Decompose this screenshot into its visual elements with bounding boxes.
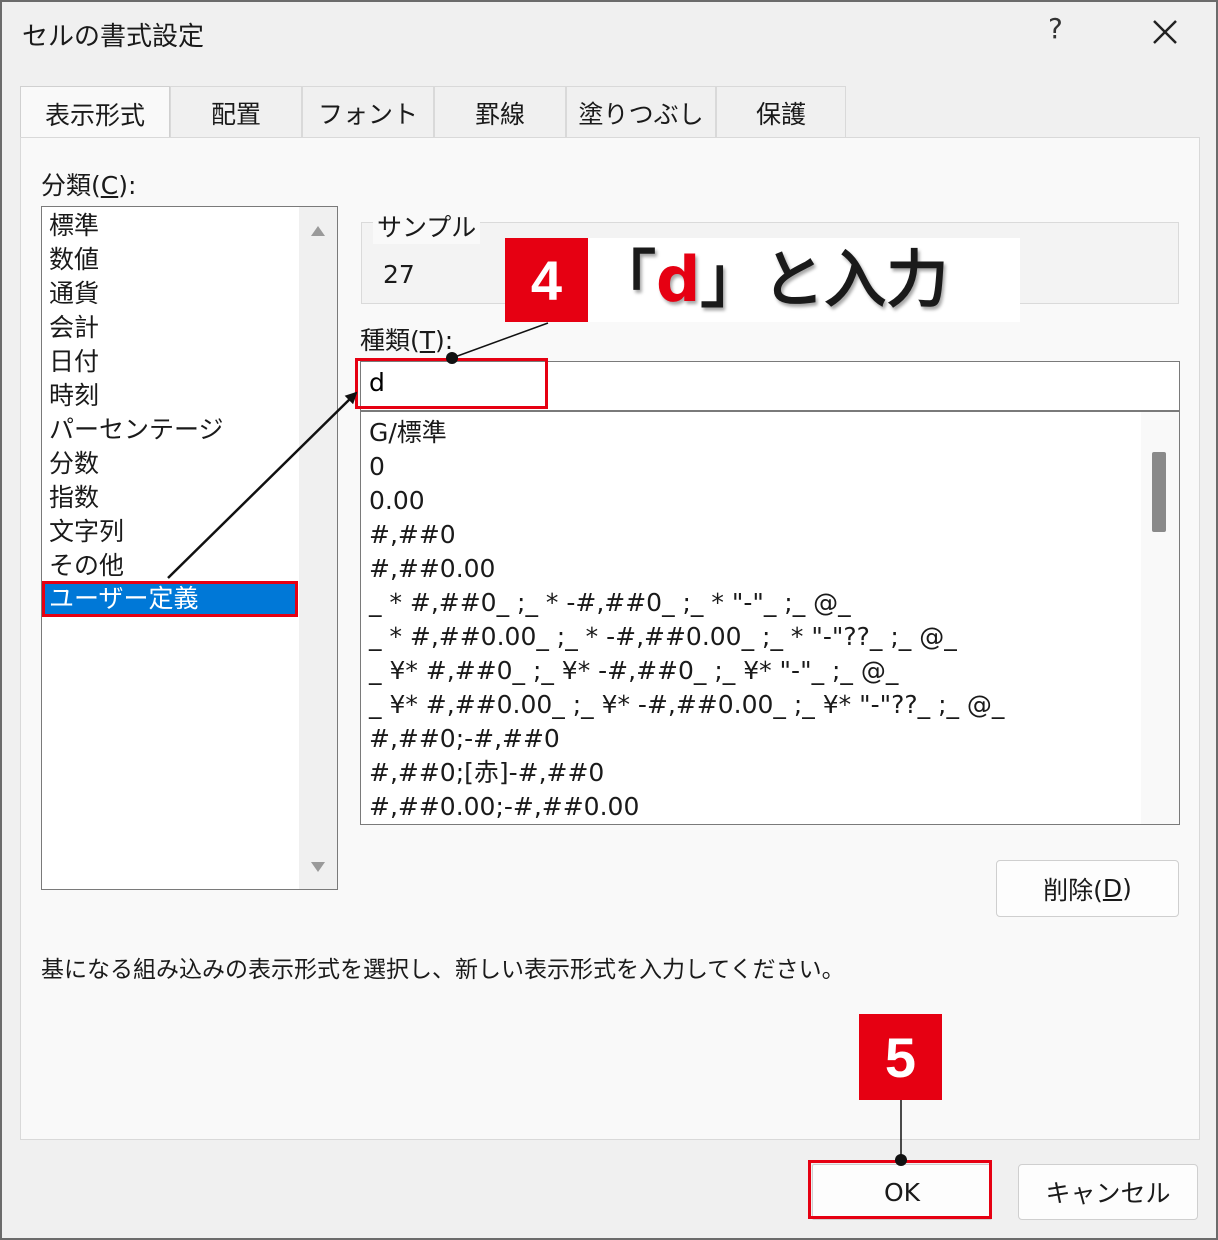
leader-dot-4 bbox=[446, 352, 458, 364]
annotation-arrows bbox=[167, 322, 907, 1166]
leader-line-4 bbox=[451, 322, 549, 359]
step-4-callout: 「d」と入力 bbox=[588, 238, 1020, 322]
leader-dot-5 bbox=[895, 1154, 907, 1166]
step-5-badge: 5 bbox=[859, 1014, 942, 1100]
arrow-line bbox=[167, 391, 358, 579]
step-4-badge: 4 bbox=[505, 238, 588, 322]
